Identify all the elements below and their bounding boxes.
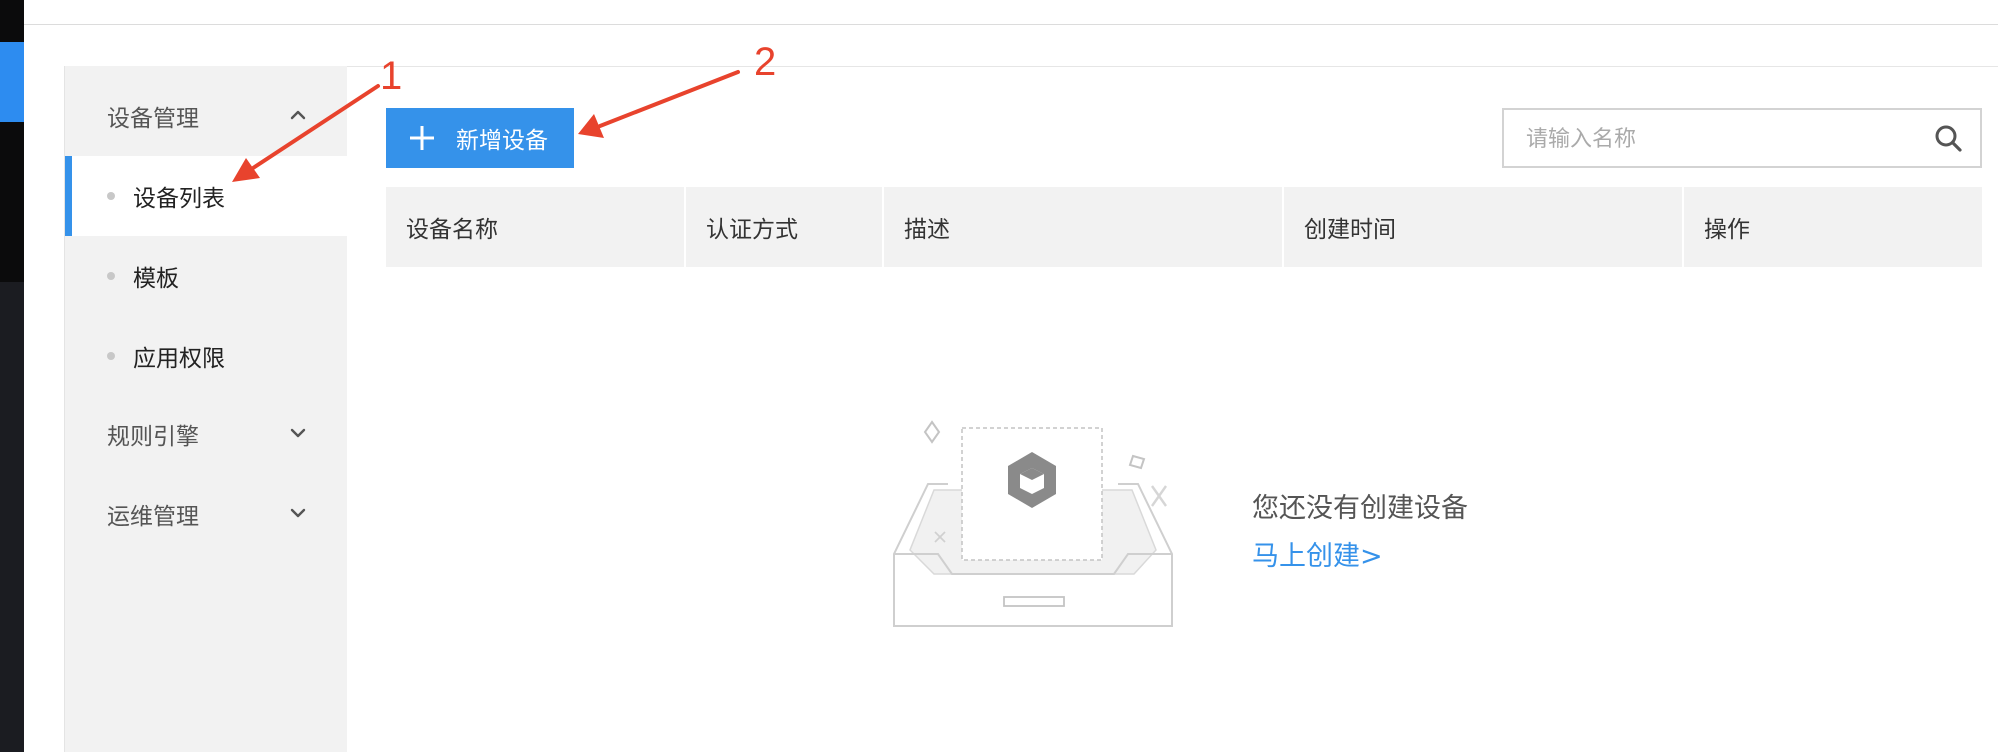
sidebar-group-label: 设备管理 xyxy=(107,106,199,132)
sidebar-group-rule-engine[interactable]: 规则引擎 xyxy=(65,394,347,474)
sidebar-item-label: 设备列表 xyxy=(133,186,225,212)
sidebar: 设备管理 设备列表 模板 应用权限 规则引擎 运维管理 xyxy=(64,66,347,752)
empty-state-title: 您还没有创建设备 xyxy=(1252,493,1468,524)
sidebar-item-label: 模板 xyxy=(133,266,179,292)
column-header-description: 描述 xyxy=(884,187,1284,267)
chevron-up-icon xyxy=(290,110,306,120)
bullet-icon xyxy=(107,352,115,360)
add-device-label: 新增设备 xyxy=(456,128,548,154)
column-header-device-name: 设备名称 xyxy=(386,187,686,267)
content-top-border xyxy=(64,66,1998,67)
search-input[interactable] xyxy=(1524,110,1908,168)
chevron-down-icon xyxy=(290,428,306,438)
column-header-created-time: 创建时间 xyxy=(1284,187,1684,267)
sidebar-group-ops-management[interactable]: 运维管理 xyxy=(65,474,347,554)
top-divider xyxy=(24,24,1998,25)
sidebar-item-label: 应用权限 xyxy=(133,346,225,372)
app-nav-strip xyxy=(0,0,24,752)
sidebar-group-device-management[interactable]: 设备管理 xyxy=(65,76,347,156)
sidebar-item-device-list[interactable]: 设备列表 xyxy=(65,156,347,236)
empty-box-illustration xyxy=(893,420,1173,627)
search-box xyxy=(1502,108,1982,168)
annotation-label-1: 1 xyxy=(380,54,403,98)
sidebar-item-app-permissions[interactable]: 应用权限 xyxy=(65,316,347,396)
search-icon[interactable] xyxy=(1934,124,1962,152)
table-header: 设备名称 认证方式 描述 创建时间 操作 xyxy=(386,187,1982,267)
bullet-icon xyxy=(107,272,115,280)
column-header-auth-method: 认证方式 xyxy=(686,187,884,267)
create-now-link[interactable]: 马上创建> xyxy=(1252,534,1383,573)
nav-strip-active-indicator[interactable] xyxy=(0,42,24,122)
bullet-icon xyxy=(107,192,115,200)
plus-icon xyxy=(410,126,434,150)
annotation-arrowhead-2 xyxy=(578,114,604,138)
annotation-label-2: 2 xyxy=(754,40,777,84)
sidebar-item-template[interactable]: 模板 xyxy=(65,236,347,316)
annotation-arrow-2 xyxy=(598,70,740,128)
add-device-button[interactable]: 新增设备 xyxy=(386,108,574,168)
sidebar-group-label: 规则引擎 xyxy=(107,424,199,450)
column-header-actions: 操作 xyxy=(1704,217,1750,243)
chevron-down-icon xyxy=(290,508,306,518)
sidebar-group-label: 运维管理 xyxy=(107,504,199,530)
